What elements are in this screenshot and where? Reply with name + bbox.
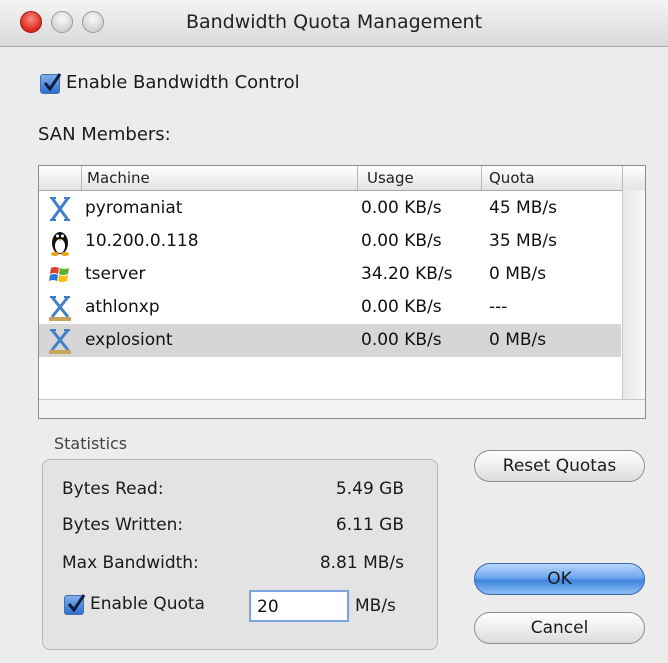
quota-value: --- [489, 297, 508, 317]
reset-quotas-button[interactable]: Reset Quotas [474, 450, 645, 482]
quota-unit-label: MB/s [355, 596, 396, 616]
cancel-button[interactable]: Cancel [474, 612, 645, 644]
enable-quota-checkbox[interactable] [64, 594, 86, 615]
max-bandwidth-value: 8.81 MB/s [319, 553, 404, 573]
column-quota[interactable]: Quota [489, 169, 535, 187]
mac-os-x-icon [50, 197, 70, 221]
enable-bandwidth-label: Enable Bandwidth Control [66, 72, 300, 93]
quota-input[interactable]: 20 [249, 590, 349, 622]
table-row[interactable]: tserver 34.20 KB/s 0 MB/s [39, 258, 621, 291]
table-row[interactable]: pyromaniat 0.00 KB/s 45 MB/s [39, 192, 621, 225]
title-bar[interactable]: Bandwidth Quota Management [0, 0, 668, 47]
ok-button[interactable]: OK [474, 563, 645, 595]
linux-penguin-icon [51, 232, 69, 256]
usage-value: 0.00 KB/s [361, 231, 442, 251]
bytes-read-value: 5.49 GB [335, 479, 404, 499]
machine-name: athlonxp [85, 297, 160, 317]
quota-value: 0 MB/s [489, 330, 547, 350]
checkmark-icon [43, 73, 62, 92]
table-row[interactable]: 10.200.0.118 0.00 KB/s 35 MB/s [39, 225, 621, 258]
quota-value: 35 MB/s [489, 231, 557, 251]
mac-os-x-icon [49, 329, 71, 354]
table-row-selected[interactable]: explosiont 0.00 KB/s 0 MB/s [39, 324, 621, 357]
machine-name: tserver [85, 264, 146, 284]
machine-name: explosiont [85, 330, 173, 350]
usage-value: 0.00 KB/s [361, 297, 442, 317]
mac-os-x-icon [49, 296, 71, 321]
dialog-window: Bandwidth Quota Management Enable Bandwi… [0, 0, 668, 663]
max-bandwidth-label: Max Bandwidth: [62, 553, 199, 573]
usage-value: 0.00 KB/s [361, 198, 442, 218]
checkmark-icon [67, 594, 86, 613]
quota-value: 45 MB/s [489, 198, 557, 218]
san-members-table[interactable]: Machine Usage Quota pyromaniat 0.00 KB/s… [38, 165, 646, 419]
bytes-read-label: Bytes Read: [62, 479, 164, 499]
usage-value: 34.20 KB/s [361, 264, 453, 284]
bytes-written-value: 6.11 GB [335, 515, 404, 535]
vertical-scrollbar[interactable] [622, 190, 645, 400]
enable-bandwidth-checkbox[interactable] [40, 73, 62, 94]
windows-logo-icon [49, 267, 69, 282]
column-usage[interactable]: Usage [367, 169, 414, 187]
quota-value: 0 MB/s [489, 264, 547, 284]
table-header: Machine Usage Quota [39, 166, 645, 191]
column-machine[interactable]: Machine [87, 169, 150, 187]
statistics-title: Statistics [54, 434, 128, 453]
table-row[interactable]: athlonxp 0.00 KB/s --- [39, 291, 621, 324]
san-members-label: SAN Members: [38, 124, 171, 145]
enable-quota-label: Enable Quota [90, 594, 205, 614]
usage-value: 0.00 KB/s [361, 330, 442, 350]
window-title: Bandwidth Quota Management [185, 11, 483, 33]
machine-name: 10.200.0.118 [85, 231, 199, 251]
bytes-written-label: Bytes Written: [62, 515, 184, 535]
horizontal-scrollbar[interactable] [39, 399, 645, 418]
machine-name: pyromaniat [85, 198, 183, 218]
